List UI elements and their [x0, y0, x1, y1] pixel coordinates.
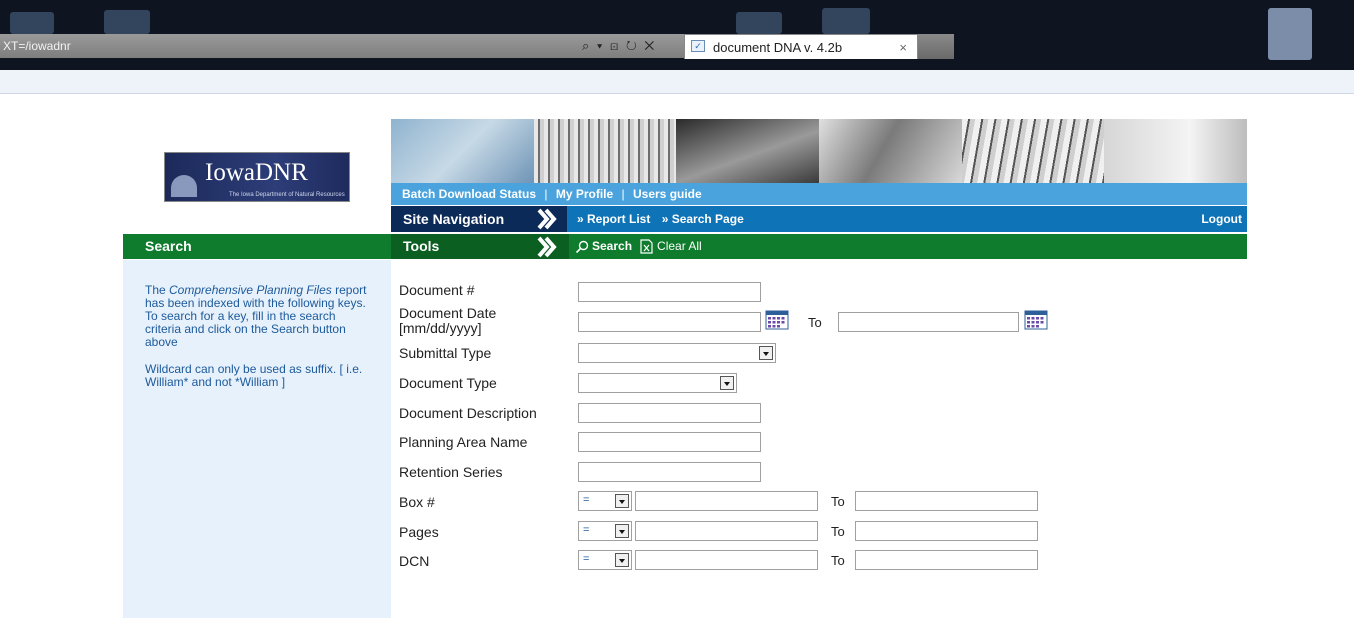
taskbar-blur	[822, 8, 870, 34]
document-number-label: Document #	[399, 282, 475, 298]
operator-value: =	[583, 553, 590, 565]
document-date-to-input[interactable]	[838, 312, 1019, 332]
tools-bar: Tools Search Clear All	[391, 234, 1247, 259]
dcn-to-label: To	[831, 553, 845, 568]
address-text: XT=/iowadnr	[3, 39, 71, 53]
box-number-operator-select[interactable]: =	[578, 491, 632, 511]
document-date-label: Document Date [mm/dd/yyyy]	[399, 306, 496, 336]
search-help-sidebar: The Comprehensive Planning Files report …	[123, 260, 391, 618]
pages-from-input[interactable]	[635, 521, 818, 541]
sidebar-wildcard-note: Wildcard can only be used as suffix. [ i…	[145, 362, 363, 389]
taskbar-blur	[10, 12, 54, 34]
dcn-operator-select[interactable]: =	[578, 550, 632, 570]
dropdown-arrow-icon	[615, 524, 629, 538]
user-link-bar: Batch Download Status | My Profile | Use…	[391, 183, 1247, 205]
iowa-dnr-logo[interactable]: IowaDNR The Iowa Department of Natural R…	[164, 152, 350, 202]
dropdown-arrow-icon	[615, 553, 629, 567]
separator: |	[544, 187, 548, 201]
pages-to-label: To	[831, 524, 845, 539]
box-number-label: Box #	[399, 494, 435, 510]
banner-photo	[961, 119, 1105, 183]
sidebar-intro-pre: The	[145, 283, 170, 297]
report-list-link[interactable]: » Report List	[577, 212, 650, 226]
clear-all-button[interactable]: Clear All	[640, 234, 702, 259]
retention-series-label: Retention Series	[399, 464, 503, 480]
search-button-label: Search	[592, 239, 633, 253]
browser-chrome: XT=/iowadnr ⌕ ▾ ⊡ ↻ ✕ ✓ document DNA v. …	[0, 0, 1354, 70]
banner-photo	[676, 119, 820, 183]
tab-close-icon[interactable]: ×	[899, 40, 907, 55]
site-navigation-text: Site Navigation	[403, 211, 505, 227]
chevron-right-icon	[537, 208, 557, 230]
clear-document-icon	[640, 239, 653, 254]
date-to-label: To	[808, 315, 822, 330]
header-banner	[391, 119, 1248, 183]
retention-series-input[interactable]	[578, 462, 761, 482]
new-tab-button[interactable]	[918, 34, 954, 59]
taskbar-blur	[104, 10, 150, 34]
clear-all-label: Clear All	[657, 239, 702, 253]
favicon-icon: ✓	[691, 40, 705, 52]
sidebar-intro: The Comprehensive Planning Files report …	[145, 284, 369, 349]
tools-label-text: Tools	[403, 238, 440, 254]
logo-name: IowaDNR	[205, 159, 308, 186]
search-panel-header: Search	[123, 234, 391, 259]
box-to-label: To	[831, 494, 845, 509]
calendar-icon[interactable]	[765, 310, 789, 330]
users-guide-link[interactable]: Users guide	[633, 187, 702, 201]
sidebar-report-name: Comprehensive Planning Files	[169, 283, 332, 297]
address-bar[interactable]: XT=/iowadnr	[0, 34, 572, 58]
dcn-from-input[interactable]	[635, 550, 818, 570]
document-date-format: [mm/dd/yyyy]	[399, 320, 482, 336]
submittal-type-label: Submittal Type	[399, 345, 492, 361]
my-profile-link[interactable]: My Profile	[556, 187, 613, 201]
search-icon	[575, 240, 589, 253]
dcn-label: DCN	[399, 553, 430, 569]
address-bar-buttons[interactable]: ⌕ ▾ ⊡ ↻ ✕	[572, 34, 684, 58]
operator-value: =	[583, 494, 590, 506]
box-number-to-input[interactable]	[855, 491, 1038, 511]
dropdown-arrow-icon	[615, 494, 629, 508]
logout-link[interactable]: Logout	[1201, 206, 1242, 232]
banner-photo	[819, 119, 962, 183]
search-page-link[interactable]: » Search Page	[662, 212, 744, 226]
document-date-from-input[interactable]	[578, 312, 761, 332]
document-description-input[interactable]	[578, 403, 761, 423]
submittal-type-select[interactable]	[578, 343, 776, 363]
document-number-input[interactable]	[578, 282, 761, 302]
document-type-select[interactable]	[578, 373, 737, 393]
banner-photo	[533, 119, 677, 183]
operator-value: =	[583, 524, 590, 536]
banner-photo	[1104, 119, 1248, 183]
calendar-icon[interactable]	[1024, 310, 1048, 330]
taskbar-blur	[1268, 8, 1312, 60]
document-type-label: Document Type	[399, 375, 497, 391]
capitol-dome-icon	[171, 175, 197, 197]
dcn-to-input[interactable]	[855, 550, 1038, 570]
dropdown-arrow-icon	[759, 346, 773, 360]
logo-subtitle: The Iowa Department of Natural Resources	[229, 192, 345, 198]
address-buttons-text: ⌕ ▾ ⊡ ↻ ✕	[582, 38, 657, 53]
planning-area-name-input[interactable]	[578, 432, 761, 452]
tab-title: document DNA v. 4.2b	[713, 40, 843, 55]
pages-operator-select[interactable]: =	[578, 521, 632, 541]
box-number-from-input[interactable]	[635, 491, 818, 511]
planning-area-name-label: Planning Area Name	[399, 434, 528, 450]
pages-to-input[interactable]	[855, 521, 1038, 541]
browser-tab[interactable]: ✓ document DNA v. 4.2b ×	[684, 34, 918, 59]
chevron-right-icon	[537, 236, 557, 258]
pages-label: Pages	[399, 524, 439, 540]
search-button[interactable]: Search	[575, 234, 632, 259]
site-navigation-bar: Site Navigation » Report List » Search P…	[391, 206, 1247, 232]
tool-buttons: Search Clear All	[575, 234, 710, 259]
navigation-links: » Report List » Search Page	[577, 206, 752, 232]
batch-download-status-link[interactable]: Batch Download Status	[402, 187, 536, 201]
document-date-label-line1: Document Date	[399, 305, 497, 321]
command-bar	[0, 70, 1354, 94]
separator: |	[621, 187, 625, 201]
taskbar-blur	[736, 12, 782, 34]
document-description-label: Document Description	[399, 405, 537, 421]
banner-photo	[391, 119, 534, 183]
dropdown-arrow-icon	[720, 376, 734, 390]
